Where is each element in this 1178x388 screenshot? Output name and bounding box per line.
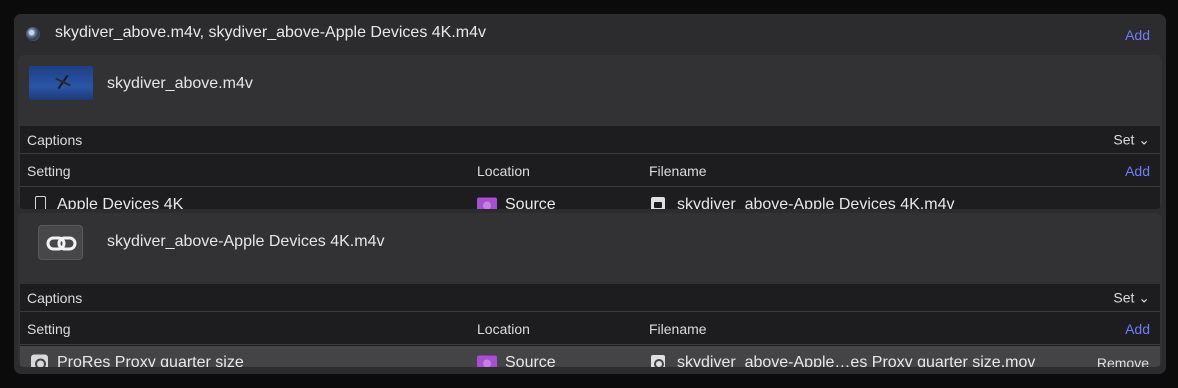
folder-icon bbox=[477, 197, 497, 209]
output-filename[interactable]: skydiver_above-Apple…es Proxy quarter si… bbox=[677, 354, 1035, 367]
column-header-location: Location bbox=[477, 162, 530, 179]
column-header-filename: Filename bbox=[649, 320, 707, 337]
batch-title: skydiver_above.m4v, skydiver_above-Apple… bbox=[55, 24, 487, 41]
captions-label: Captions bbox=[27, 289, 83, 306]
compressor-batch-icon bbox=[26, 27, 40, 41]
skydiver-figure-icon bbox=[57, 74, 69, 90]
captions-row: Captions Set ⌄ bbox=[20, 284, 1160, 312]
job-settings-panel: Captions Set ⌄ Setting Location Filename… bbox=[20, 126, 1160, 209]
batch: skydiver_above.m4v, skydiver_above-Apple… bbox=[14, 14, 1166, 374]
output-row[interactable]: Apple Devices 4K Source skydiver_above-A… bbox=[20, 188, 1160, 209]
remove-button[interactable]: Remove bbox=[1097, 355, 1149, 367]
job-skydiver-above[interactable]: skydiver_above.m4v Captions Set ⌄ Settin… bbox=[18, 55, 1162, 209]
column-header-setting: Setting bbox=[27, 320, 71, 337]
column-header-location: Location bbox=[477, 320, 530, 337]
output-location[interactable]: Source bbox=[505, 196, 556, 209]
mov-file-icon bbox=[651, 355, 665, 367]
captions-row: Captions Set ⌄ bbox=[20, 126, 1160, 154]
job-title: skydiver_above.m4v bbox=[107, 75, 253, 92]
output-setting[interactable]: ProRes Proxy quarter size bbox=[57, 354, 244, 367]
output-header-row: Setting Location Filename Add bbox=[20, 313, 1160, 345]
job-header[interactable]: skydiver_above.m4v bbox=[18, 55, 1162, 113]
output-header-row: Setting Location Filename Add bbox=[20, 155, 1160, 187]
skydiver-thumbnail bbox=[29, 66, 93, 100]
batch-add-button[interactable]: Add bbox=[1125, 27, 1150, 43]
output-row-selected[interactable]: ProRes Proxy quarter size Source skydive… bbox=[20, 346, 1160, 367]
add-setting-button[interactable]: Add bbox=[1125, 163, 1150, 179]
job-settings-panel: Captions Set ⌄ Setting Location Filename… bbox=[20, 284, 1160, 367]
output-filename[interactable]: skydiver_above-Apple Devices 4K.m4v bbox=[677, 196, 954, 209]
link-icon bbox=[46, 236, 77, 251]
chained-job-link-icon bbox=[38, 225, 83, 260]
job-skydiver-above-apple-devices-4k[interactable]: skydiver_above-Apple Devices 4K.m4v Capt… bbox=[18, 213, 1162, 367]
add-setting-button[interactable]: Add bbox=[1125, 321, 1150, 337]
prores-icon bbox=[31, 354, 48, 367]
m4v-file-icon bbox=[651, 197, 665, 209]
job-title: skydiver_above-Apple Devices 4K.m4v bbox=[107, 233, 385, 250]
captions-set-menu[interactable]: Set ⌄ bbox=[1113, 131, 1150, 148]
column-header-setting: Setting bbox=[27, 162, 71, 179]
job-header[interactable]: skydiver_above-Apple Devices 4K.m4v bbox=[18, 213, 1162, 271]
captions-set-menu[interactable]: Set ⌄ bbox=[1113, 289, 1150, 306]
batch-header[interactable]: skydiver_above.m4v, skydiver_above-Apple… bbox=[14, 14, 1166, 54]
captions-label: Captions bbox=[27, 131, 83, 148]
output-setting[interactable]: Apple Devices 4K bbox=[57, 196, 183, 209]
column-header-filename: Filename bbox=[649, 162, 707, 179]
output-location[interactable]: Source bbox=[505, 354, 556, 367]
folder-icon bbox=[477, 355, 497, 367]
iphone-icon bbox=[35, 196, 46, 209]
